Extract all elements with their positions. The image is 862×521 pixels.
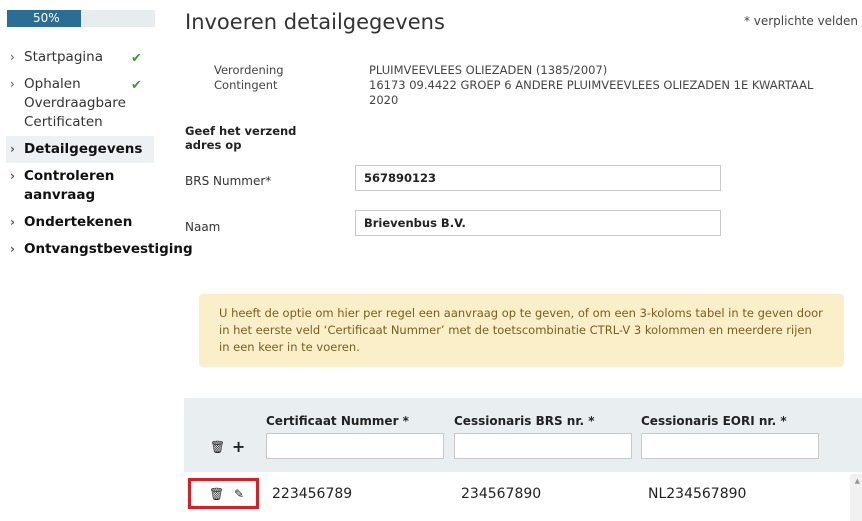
chevron-right-icon: › [10,77,15,91]
column-header-brs: Cessionaris BRS nr. * [454,414,595,428]
brs-input[interactable] [454,433,632,459]
chevron-right-icon: › [10,242,15,256]
certificaat-input[interactable] [266,433,444,459]
verordening-value: PLUIMVEEVLEES OLIEZADEN (1385/2007) [369,63,608,77]
sidebar-item-label: Ontvangstbevestiging [24,241,193,257]
header-actions: 🗑 + [210,436,245,456]
info-notice: U heeft de optie om hier per regel een a… [199,294,844,367]
column-header-certificaat: Certificaat Nummer * [266,414,409,428]
sidebar-item-startpagina[interactable]: › Startpagina ✔ [10,44,188,71]
sidebar-item-detailgegevens[interactable]: › Detailgegevens [6,136,154,163]
table-header: 🗑 + Certificaat Nummer * Cessionaris BRS… [184,398,862,472]
contingent-label: Contingent [214,78,278,92]
column-header-eori: Cessionaris EORI nr. * [641,414,787,428]
sidebar-item-controleren[interactable]: › Controleren aanvraag [10,163,130,209]
regulation-info: Verordening PLUIMVEEVLEES OLIEZADEN (138… [214,63,813,108]
verordening-label: Verordening [214,63,284,77]
plus-icon[interactable]: + [232,437,245,456]
sidebar-nav: › Startpagina ✔ › Ophalen Overdraagbare … [6,44,193,263]
progress-label: 50% [33,11,60,25]
chevron-right-icon: › [10,215,15,229]
cell-eori: NL234567890 [648,486,747,502]
trash-icon[interactable]: 🗑 [209,487,224,501]
chevron-right-icon: › [10,142,15,156]
sidebar-item-label: Detailgegevens [24,141,143,157]
pencil-icon[interactable]: ✎ [233,487,245,501]
checkmark-icon: ✔ [131,78,142,93]
sidebar-item-ondertekenen[interactable]: › Ondertekenen [10,209,188,236]
chevron-right-icon: › [10,50,15,64]
page-title: Invoeren detailgegevens [185,10,445,34]
progress-fill: 50% [7,10,81,27]
sidebar-item-label: Startpagina [24,49,103,65]
row-actions-highlight: 🗑 ✎ [188,478,259,509]
name-label: Naam [185,220,221,234]
verordening-row: Verordening PLUIMVEEVLEES OLIEZADEN (138… [214,63,664,78]
notice-text: U heeft de optie om hier per regel een a… [219,306,823,354]
eori-input[interactable] [641,433,819,459]
sidebar-item-ontvangstbevestiging[interactable]: › Ontvangstbevestiging [10,236,193,263]
required-fields-note: * verplichte velden [743,14,858,28]
sidebar-item-label: Ondertekenen [24,214,133,230]
brs-number-input[interactable] [355,165,721,191]
checkmark-icon: ✔ [131,51,142,66]
chevron-right-icon: › [10,169,15,183]
cell-brs: 234567890 [461,486,542,502]
name-input[interactable] [355,210,721,236]
progress-bar: 50% [7,10,155,27]
shipping-address-heading: Geef het verzend adres op [185,124,297,152]
contingent-row: Contingent 16173 09.4422 GROEP 6 ANDERE … [214,78,813,108]
sidebar-item-label: Ophalen Overdraagbare Certificaten [24,76,126,130]
cell-certificaat: 223456789 [272,486,353,502]
sidebar-item-ophalen[interactable]: › Ophalen Overdraagbare Certificaten ✔ [10,71,150,136]
brs-number-label: BRS Nummer* [185,174,272,188]
contingent-value: 16173 09.4422 GROEP 6 ANDERE PLUIMVEEVLE… [369,78,814,107]
sidebar-item-label: Controleren aanvraag [24,168,115,203]
trash-icon[interactable]: 🗑 [210,440,225,454]
scroll-up-icon[interactable]: ▲ [855,477,860,485]
